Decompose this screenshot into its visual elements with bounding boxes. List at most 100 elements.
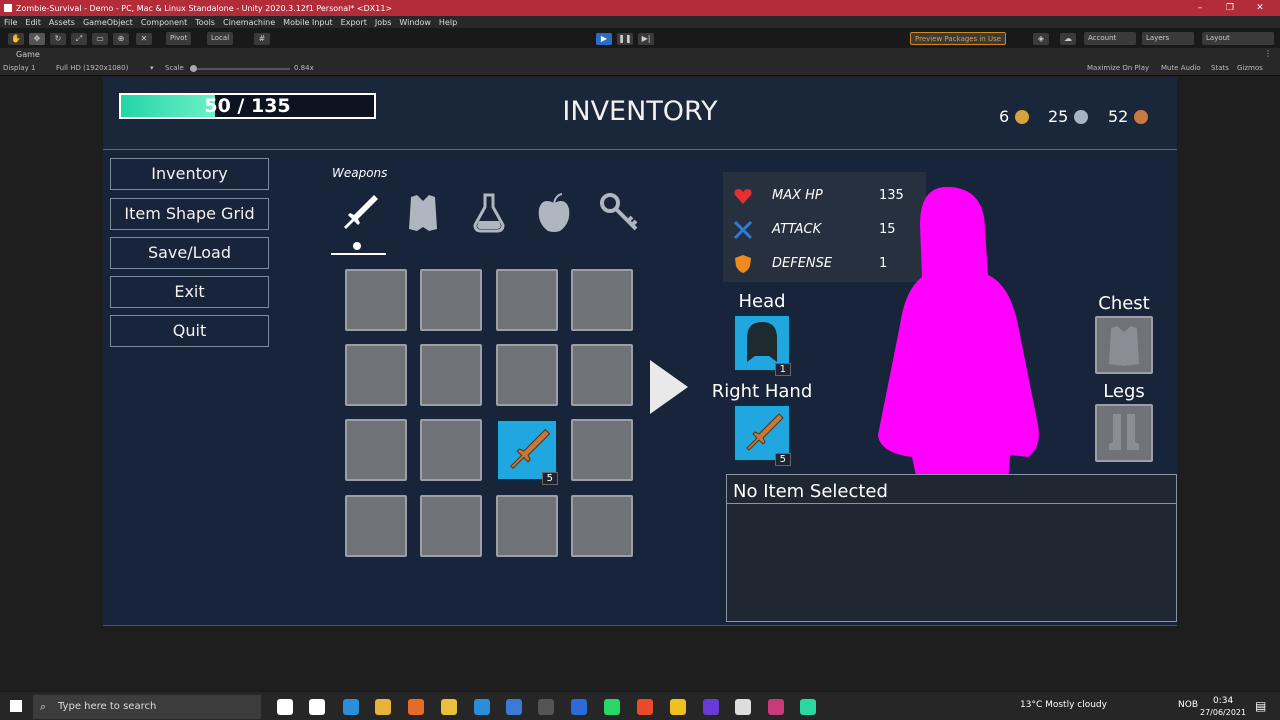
mail-icon[interactable] <box>506 699 522 715</box>
quit-button[interactable]: Quit <box>110 315 269 347</box>
file-explorer-icon[interactable] <box>441 699 457 715</box>
gizmos-toggle[interactable]: Gizmos <box>1237 64 1263 72</box>
taskbar-search-input[interactable]: Type here to search <box>33 695 261 719</box>
step-button[interactable]: ▶| <box>638 33 654 45</box>
inventory-slot[interactable] <box>571 419 633 481</box>
menu-item-file[interactable]: File <box>4 18 17 27</box>
inventory-slot[interactable] <box>571 344 633 406</box>
menu-item-cinemachine[interactable]: Cinemachine <box>223 18 275 27</box>
inventory-slot[interactable] <box>496 269 558 331</box>
minimize-button[interactable]: – <box>1185 0 1215 16</box>
scale-tool-icon[interactable]: ⤢ <box>71 33 87 45</box>
key-icon[interactable] <box>595 188 645 238</box>
rotate-tool-icon[interactable]: ↻ <box>50 33 66 45</box>
arrow-right-icon[interactable] <box>650 360 688 414</box>
maps-icon[interactable] <box>571 699 587 715</box>
custom-tool-icon[interactable]: ✕ <box>136 33 152 45</box>
terminal-icon[interactable] <box>538 699 554 715</box>
language-indicator[interactable]: NOB <box>1178 700 1198 710</box>
windows-start-icon[interactable] <box>10 700 22 712</box>
stats-toggle[interactable]: Stats <box>1211 64 1229 72</box>
maximize-button[interactable]: ❐ <box>1215 0 1245 16</box>
item-shape-grid-button[interactable]: Item Shape Grid <box>110 198 269 230</box>
inventory-slot[interactable] <box>496 344 558 406</box>
task-view-icon[interactable] <box>277 699 293 715</box>
apple-icon[interactable] <box>529 188 579 238</box>
pause-button[interactable]: ❚❚ <box>617 33 633 45</box>
grid-snap-icon[interactable]: # <box>254 33 270 45</box>
inventory-slot[interactable] <box>345 495 407 557</box>
chest-equipment-slot[interactable] <box>1095 316 1153 374</box>
account-dropdown[interactable]: Account <box>1084 32 1136 45</box>
inventory-slot[interactable] <box>420 344 482 406</box>
more-options-icon[interactable]: ⋮ <box>1264 49 1272 58</box>
inventory-slot[interactable] <box>571 269 633 331</box>
sticky-notes-icon[interactable] <box>670 699 686 715</box>
sword-icon[interactable] <box>333 188 383 238</box>
menu-item-help[interactable]: Help <box>439 18 457 27</box>
app-icon[interactable] <box>800 699 816 715</box>
inventory-slot[interactable] <box>420 269 482 331</box>
weather-status[interactable]: 13°C Mostly cloudy <box>1020 700 1107 710</box>
save-load-button[interactable]: Save/Load <box>110 237 269 269</box>
inventory-button[interactable]: Inventory <box>110 158 269 190</box>
edge-icon[interactable] <box>343 699 359 715</box>
menu-item-edit[interactable]: Edit <box>25 18 41 27</box>
local-toggle[interactable]: Local <box>207 32 234 45</box>
menu-item-window[interactable]: Window <box>399 18 431 27</box>
menu-item-gameobject[interactable]: GameObject <box>83 18 133 27</box>
store-icon[interactable] <box>474 699 490 715</box>
menu-item-mobile-input[interactable]: Mobile Input <box>283 18 333 27</box>
firefox-icon[interactable] <box>408 699 424 715</box>
currency-gold-amount: 6 <box>999 107 1010 126</box>
layout-dropdown[interactable]: Layout <box>1202 32 1274 45</box>
menu-item-jobs[interactable]: Jobs <box>375 18 392 27</box>
mute-audio-toggle[interactable]: Mute Audio <box>1161 64 1201 72</box>
armor-icon[interactable] <box>398 188 448 238</box>
clock-time[interactable]: 0:34 <box>1213 696 1233 706</box>
rect-tool-icon[interactable]: ▭ <box>92 33 108 45</box>
chat-icon[interactable] <box>703 699 719 715</box>
hand-tool-icon[interactable]: ✋ <box>8 33 24 45</box>
whatsapp-icon[interactable] <box>604 699 620 715</box>
play-button[interactable]: ▶ <box>596 33 612 45</box>
inventory-slot[interactable] <box>420 495 482 557</box>
notifications-icon[interactable]: ▤ <box>1255 699 1266 713</box>
close-button[interactable]: ✕ <box>1245 0 1275 16</box>
preview-packages-dropdown[interactable]: Preview Packages in Use <box>910 32 1007 45</box>
pivot-toggle[interactable]: Pivot <box>166 32 192 45</box>
right-hand-equipment-slot[interactable]: 5 <box>733 404 791 466</box>
inventory-slot[interactable]: 5 <box>496 419 558 485</box>
potion-icon[interactable] <box>464 188 514 238</box>
inventory-slot[interactable] <box>496 495 558 557</box>
resolution-dropdown[interactable]: Full HD (1920x1080) <box>56 64 128 72</box>
legs-equipment-slot[interactable] <box>1095 404 1153 462</box>
taskview-icon[interactable] <box>309 699 325 715</box>
transform-tool-icon[interactable]: ⊕ <box>113 33 129 45</box>
game-tab[interactable]: Game <box>16 50 40 59</box>
inventory-slot[interactable] <box>420 419 482 481</box>
clock-date[interactable]: 27/06/2021 <box>1200 708 1246 717</box>
move-tool-icon[interactable]: ✥ <box>29 33 45 45</box>
menu-item-export[interactable]: Export <box>341 18 367 27</box>
game-icon[interactable] <box>768 699 784 715</box>
inventory-slot[interactable] <box>345 419 407 481</box>
maximize-on-play-toggle[interactable]: Maximize On Play <box>1087 64 1149 72</box>
exit-button[interactable]: Exit <box>110 276 269 308</box>
cloud-icon[interactable]: ☁ <box>1060 33 1076 45</box>
menu-item-assets[interactable]: Assets <box>49 18 75 27</box>
scale-slider[interactable] <box>190 68 290 70</box>
head-equipment-slot[interactable]: 1 <box>733 314 791 376</box>
display-dropdown[interactable]: Display 1 <box>3 64 35 72</box>
inventory-slot[interactable] <box>345 344 407 406</box>
layers-dropdown[interactable]: Layers <box>1142 32 1194 45</box>
inventory-slot[interactable] <box>345 269 407 331</box>
office-icon[interactable] <box>637 699 653 715</box>
unity-icon[interactable] <box>735 699 751 715</box>
menu-item-component[interactable]: Component <box>141 18 187 27</box>
scale-slider-handle[interactable] <box>190 65 197 72</box>
collab-icon[interactable]: ◈ <box>1033 33 1049 45</box>
chrome-icon[interactable] <box>375 699 391 715</box>
menu-item-tools[interactable]: Tools <box>195 18 215 27</box>
inventory-slot[interactable] <box>571 495 633 557</box>
